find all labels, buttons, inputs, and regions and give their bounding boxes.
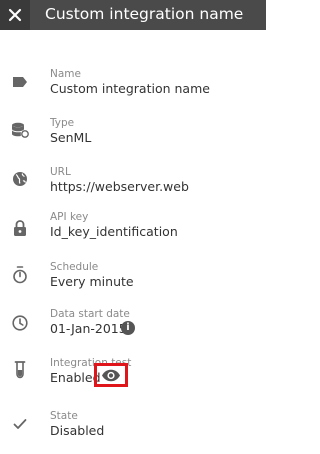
field-url: URL https://webserver.web xyxy=(0,166,266,210)
close-icon xyxy=(8,8,22,22)
field-value: Custom integration name xyxy=(50,81,210,96)
field-value: Enabled xyxy=(50,370,101,385)
view-test-button[interactable] xyxy=(94,363,128,387)
globe-icon xyxy=(11,170,29,188)
info-icon[interactable]: i xyxy=(121,321,135,335)
header-bar: Custom integration name xyxy=(0,0,266,30)
field-label: State xyxy=(50,410,78,422)
field-state: State Disabled xyxy=(0,410,266,454)
check-icon xyxy=(11,415,29,433)
field-label: API key xyxy=(50,211,89,223)
close-button[interactable] xyxy=(0,0,30,30)
lock-icon xyxy=(11,219,29,237)
field-label: URL xyxy=(50,166,71,178)
field-label: Type xyxy=(50,117,75,129)
field-value: Disabled xyxy=(50,423,105,438)
field-label: Data start date xyxy=(50,308,130,320)
field-value: Every minute xyxy=(50,274,134,289)
field-schedule: Schedule Every minute xyxy=(0,261,266,305)
field-integration-test: Integration test Enabled xyxy=(0,357,266,401)
field-data-start-date: Data start date 01-Jan-2015 i xyxy=(0,308,266,352)
field-label: Schedule xyxy=(50,261,99,273)
field-value: https://webserver.web xyxy=(50,179,189,194)
field-name: Name Custom integration name xyxy=(0,68,266,112)
field-label: Name xyxy=(50,68,81,80)
field-value: 01-Jan-2015 xyxy=(50,321,127,336)
field-value: Id_key_identification xyxy=(50,224,178,239)
clock-icon xyxy=(11,314,29,332)
field-type: Type SenML xyxy=(0,117,266,161)
field-api-key: API key Id_key_identification xyxy=(0,211,266,255)
database-sync-icon xyxy=(11,121,29,139)
page-title: Custom integration name xyxy=(45,5,244,23)
field-value: SenML xyxy=(50,130,92,145)
test-tube-icon xyxy=(11,361,29,379)
label-tag-icon xyxy=(11,73,29,91)
eye-icon xyxy=(102,369,120,381)
timer-icon xyxy=(11,266,29,284)
